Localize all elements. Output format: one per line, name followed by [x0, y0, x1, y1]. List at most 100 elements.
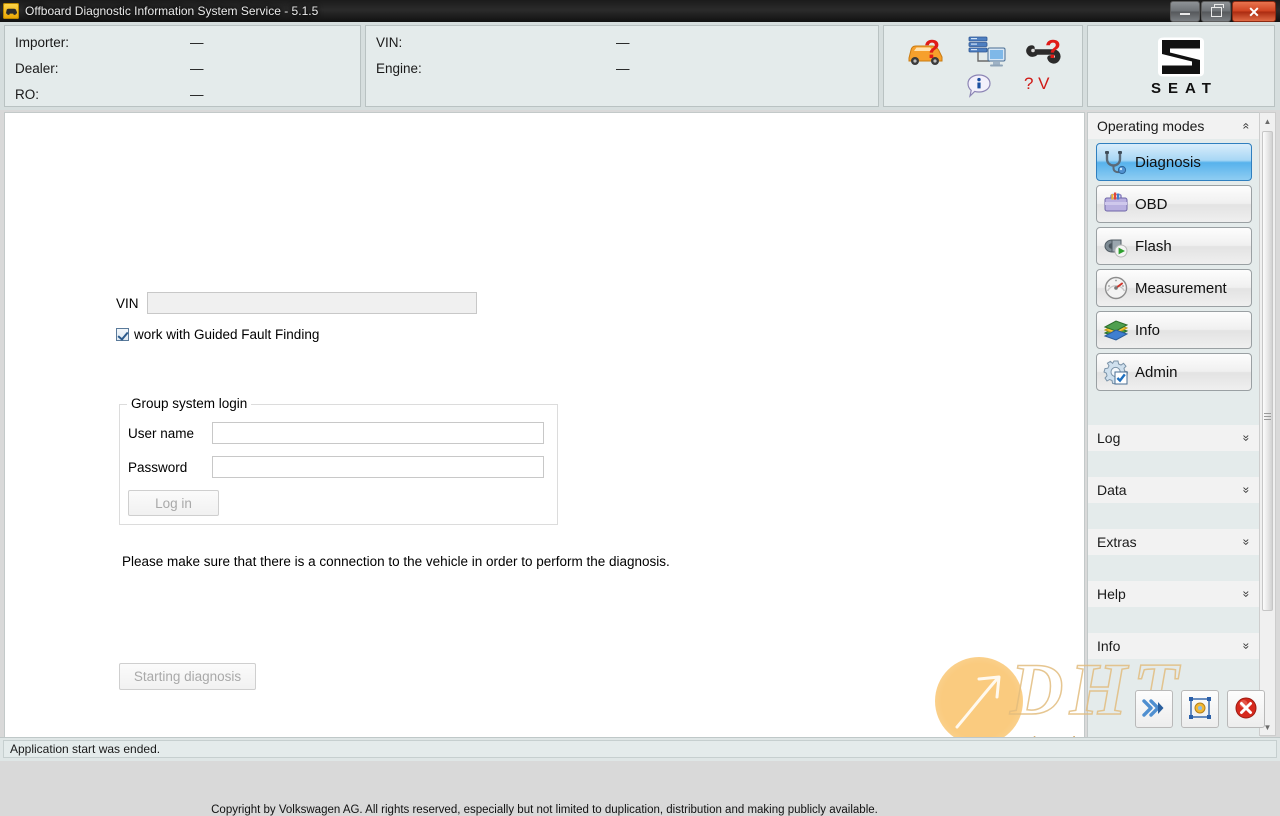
version-indicator[interactable]: ? V: [1024, 74, 1050, 94]
server-connection-icon[interactable]: [966, 34, 1008, 73]
group-system-login-box: Group system login User name Password Lo…: [119, 396, 558, 525]
customer-info-panel: Importer: — Dealer: — RO: —: [4, 25, 361, 107]
login-button[interactable]: Log in: [128, 490, 219, 516]
seat-wordmark: SEAT: [1151, 79, 1218, 97]
password-label: Password: [128, 459, 188, 475]
scrollbar-thumb[interactable]: [1262, 131, 1273, 611]
main-content: VIN work with Guided Fault Finding Group…: [4, 112, 1085, 816]
importer-label: Importer:: [15, 35, 70, 50]
vin-field-row: VIN: [116, 292, 477, 314]
engine-value: —: [616, 61, 630, 76]
close-button[interactable]: ✕: [1232, 1, 1276, 22]
vehicle-info-panel: VIN: — Engine: —: [365, 25, 879, 107]
guided-fault-finding-checkbox[interactable]: [116, 328, 129, 341]
status-message: Application start was ended.: [3, 740, 1277, 758]
sidebar-section-label: Log: [1097, 430, 1121, 446]
scrollbar-grip: [1264, 413, 1271, 420]
status-bar: Application start was ended.: [0, 737, 1280, 761]
sidebar-item-info[interactable]: Info: [1096, 311, 1252, 349]
vin-header-label: VIN:: [376, 35, 403, 50]
sidebar-item-flash[interactable]: Flash: [1096, 227, 1252, 265]
vehicle-connection-icon[interactable]: ?: [904, 34, 948, 73]
sidebar-section-data[interactable]: Data »: [1088, 477, 1260, 503]
header-bar: Importer: — Dealer: — RO: — VIN: — Engin…: [0, 22, 1280, 110]
gear-check-icon: [1103, 359, 1129, 385]
screenshot-button[interactable]: [1181, 690, 1219, 728]
sidebar-section-label: Extras: [1097, 534, 1137, 550]
brand-panel: SEAT: [1087, 25, 1275, 107]
sidebar-section-extras[interactable]: Extras »: [1088, 529, 1260, 555]
chevron-up-icon: «: [1239, 122, 1254, 130]
password-input[interactable]: [212, 456, 544, 478]
dealer-value: —: [190, 61, 204, 76]
vin-input[interactable]: [146, 292, 477, 314]
sidebar-item-label: Admin: [1135, 363, 1178, 381]
seat-logo: SEAT: [1088, 26, 1274, 106]
sidebar-item-label: Flash: [1135, 237, 1172, 255]
password-row: Password: [128, 456, 544, 478]
operating-modes-header[interactable]: Operating modes «: [1088, 113, 1260, 139]
sidebar-item-obd[interactable]: OBD: [1096, 185, 1252, 223]
minimize-icon: [1180, 13, 1190, 15]
sidebar-item-label: Measurement: [1135, 279, 1227, 297]
operating-modes-title: Operating modes: [1097, 118, 1205, 134]
scroll-up-arrow-icon[interactable]: ▲: [1260, 113, 1275, 129]
close-icon: ✕: [1248, 3, 1260, 20]
svg-text:?: ?: [924, 34, 940, 64]
title-bar: Offboard Diagnostic Information System S…: [0, 0, 1280, 22]
sidebar-section-log[interactable]: Log »: [1088, 425, 1260, 451]
flash-drive-icon: [1103, 233, 1129, 259]
stethoscope-icon: [1103, 149, 1129, 175]
start-diagnosis-button[interactable]: Starting diagnosis: [119, 663, 256, 690]
sidebar-section-label: Info: [1097, 638, 1121, 654]
username-label: User name: [128, 425, 195, 441]
restore-button[interactable]: [1201, 1, 1231, 22]
bottom-toolbar: [1087, 684, 1277, 734]
red-x-icon: [1234, 696, 1258, 723]
capture-icon: [1188, 696, 1212, 723]
gauge-icon: [1103, 275, 1129, 301]
sidebar-section-info[interactable]: Info »: [1088, 633, 1260, 659]
window-title: Offboard Diagnostic Information System S…: [25, 4, 319, 18]
toolbox-icon: [1103, 191, 1129, 217]
double-chevron-right-icon: [1142, 698, 1166, 721]
sidebar-section-help[interactable]: Help »: [1088, 581, 1260, 607]
sidebar-item-admin[interactable]: Admin: [1096, 353, 1252, 391]
sidebar-section-label: Help: [1097, 586, 1126, 602]
sidebar-item-diagnosis[interactable]: Diagnosis: [1096, 143, 1252, 181]
group-login-legend: Group system login: [127, 396, 252, 411]
sidebar-section-label: Data: [1097, 482, 1127, 498]
status-icons-panel: ? ? ? V: [883, 25, 1083, 107]
minimize-button[interactable]: [1170, 1, 1200, 22]
copyright-text: Copyright by Volkswagen AG. All rights r…: [211, 804, 878, 816]
ro-value: —: [190, 87, 204, 102]
vin-label: VIN: [116, 295, 139, 311]
cancel-button[interactable]: [1227, 690, 1265, 728]
sidebar-item-label: Diagnosis: [1135, 153, 1201, 171]
chevron-down-icon: »: [1239, 642, 1254, 650]
ro-label: RO:: [15, 87, 40, 102]
sidebar: Operating modes « Diagnosis OBD Flash Me…: [1087, 112, 1260, 738]
chevron-down-icon: »: [1239, 590, 1254, 598]
forward-button[interactable]: [1135, 690, 1173, 728]
vin-header-value: —: [616, 35, 630, 50]
restore-icon: [1210, 3, 1224, 17]
sidebar-item-label: OBD: [1135, 195, 1168, 213]
guided-fault-finding-row[interactable]: work with Guided Fault Finding: [116, 327, 319, 342]
license-key-icon[interactable]: ?: [1026, 34, 1070, 73]
svg-text:?: ?: [1045, 34, 1061, 64]
username-row: User name: [128, 422, 544, 444]
dealer-label: Dealer:: [15, 61, 59, 76]
info-balloon-icon[interactable]: [966, 73, 992, 102]
application-window: Offboard Diagnostic Information System S…: [0, 0, 1280, 816]
chevron-down-icon: »: [1239, 486, 1254, 494]
chevron-down-icon: »: [1239, 434, 1254, 442]
sidebar-scrollbar[interactable]: ▲ ▼: [1259, 112, 1276, 736]
username-input[interactable]: [212, 422, 544, 444]
window-controls: ✕: [1170, 1, 1276, 22]
engine-label: Engine:: [376, 61, 422, 76]
car-icon: [3, 3, 19, 19]
books-icon: [1103, 317, 1129, 343]
sidebar-item-measurement[interactable]: Measurement: [1096, 269, 1252, 307]
connection-note: Please make sure that there is a connect…: [122, 554, 670, 569]
